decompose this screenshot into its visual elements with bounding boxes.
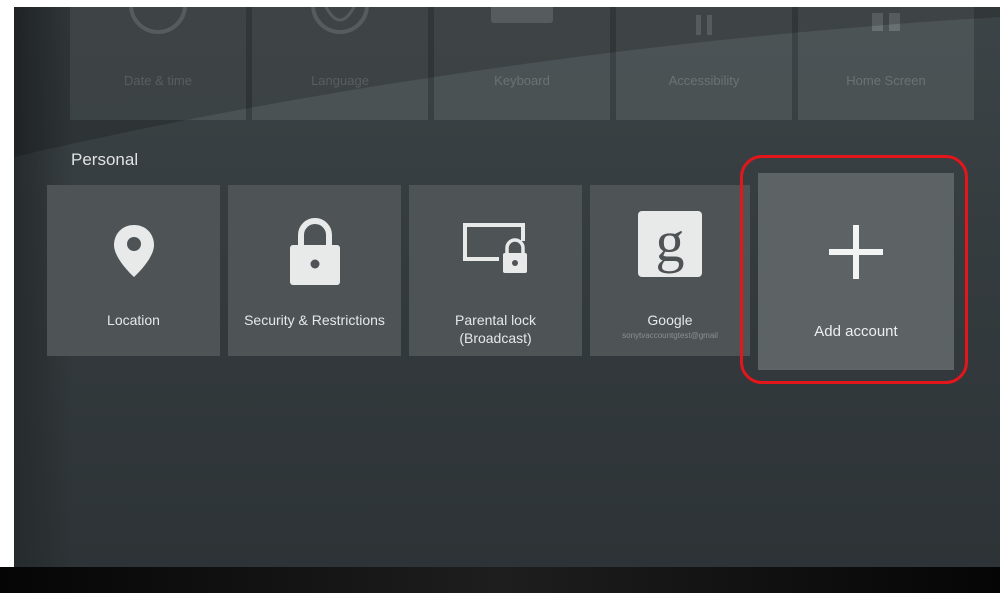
home-screen-icon	[872, 13, 900, 31]
tile-label-line1: Parental lock	[455, 312, 536, 328]
tile-date-time[interactable]: Date & time	[70, 7, 246, 120]
tile-label: Security & Restrictions	[244, 312, 385, 328]
tv-bezel-bottom	[0, 567, 1000, 593]
tile-label-google: Google	[647, 312, 693, 328]
tile-label: Accessibility	[668, 73, 740, 88]
tile-label: Google sonytvaccountgtest@gmail	[590, 311, 750, 343]
tile-label: Keyboard	[494, 73, 550, 88]
accessibility-icon	[696, 15, 712, 35]
tile-location[interactable]: Location	[47, 185, 220, 356]
google-g-icon: g	[638, 211, 702, 277]
section-title-personal: Personal	[71, 150, 139, 169]
tile-google-account[interactable]: g Google sonytvaccountgtest@gmail	[590, 185, 750, 356]
globe-icon	[311, 7, 369, 34]
tile-label-line2: (Broadcast)	[459, 330, 532, 346]
tile-label: Home Screen	[846, 73, 926, 88]
tv-settings-screen: Date & time Language Keyboard Accessibil…	[14, 7, 1000, 567]
screen-lock-icon	[462, 223, 527, 273]
tile-language[interactable]: Language	[252, 7, 428, 120]
tile-label: Language	[311, 73, 369, 88]
account-email: sonytvaccountgtest@gmail	[622, 331, 718, 340]
tile-label: Date & time	[124, 73, 192, 88]
location-pin-icon	[113, 225, 154, 277]
lock-icon	[289, 218, 340, 285]
tile-keyboard[interactable]: Keyboard	[434, 7, 610, 120]
tile-parental-lock[interactable]: Parental lock (Broadcast)	[409, 185, 582, 356]
tile-security-restrictions[interactable]: Security & Restrictions	[228, 185, 401, 356]
tile-label: Parental lock (Broadcast)	[409, 311, 582, 347]
tile-accessibility[interactable]: Accessibility	[616, 7, 792, 120]
clock-icon	[129, 7, 187, 34]
tile-home-screen[interactable]: Home Screen	[798, 7, 974, 120]
highlight-annotation	[740, 155, 968, 384]
tile-label: Location	[107, 312, 160, 328]
keyboard-icon	[491, 7, 553, 23]
